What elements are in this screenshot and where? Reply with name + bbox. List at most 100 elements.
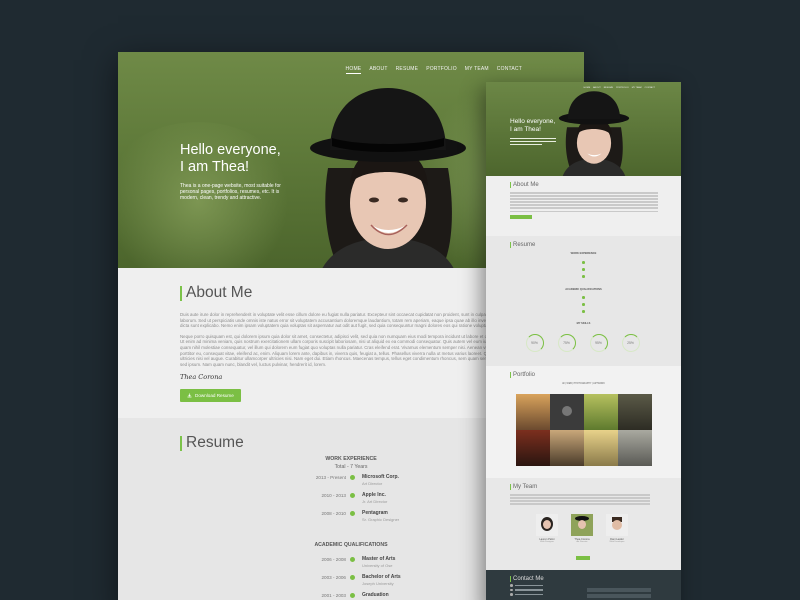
member-role: Art Director — [576, 541, 588, 543]
small-about-title-text: About Me — [513, 182, 539, 188]
hero-title: Hello everyone, I am Thea! — [180, 142, 281, 176]
team-button[interactable] — [576, 556, 590, 560]
email-field[interactable] — [587, 594, 651, 598]
small-skills-heading: MY SKILLS — [576, 322, 591, 325]
avatar-face — [578, 520, 586, 529]
timeline-row: 2010 - 2013 Apple Inc. Jr. Art Director — [306, 492, 406, 506]
team-members: Lauren Palmi Web Designer Thea Corona Ar… — [536, 514, 628, 543]
skill-value: 75% — [563, 341, 570, 345]
nav-resume[interactable]: RESUME — [396, 66, 419, 74]
small-nav-home[interactable]: HOME — [584, 87, 591, 89]
timeline-dot — [350, 575, 355, 580]
portfolio-thumb[interactable] — [516, 430, 550, 466]
timeline-row: 2001 - 2003 Graduation Charles College — [306, 592, 406, 600]
small-timeline-row — [564, 274, 624, 282]
portfolio-grid — [516, 394, 652, 466]
small-resume-section: Resume WORK EXPERIENCE ACADEMIC QUALIFIC… — [486, 236, 681, 366]
download-resume-button[interactable]: Download Resume — [180, 389, 241, 403]
portfolio-thumb[interactable] — [618, 430, 652, 466]
timeline-dot — [350, 493, 355, 498]
skill-value: 25% — [627, 341, 634, 345]
name-field[interactable] — [587, 588, 651, 592]
small-hero-title-line2: I am Thea! — [510, 125, 541, 133]
download-resume-label: Download Resume — [195, 393, 234, 399]
timeline-title: Apple Inc. — [362, 492, 386, 498]
hero-title-line2: I am Thea! — [180, 159, 250, 175]
text-line — [510, 497, 650, 499]
text-line — [510, 503, 650, 505]
skill-value: 95% — [595, 341, 602, 345]
skill-circle: 75% — [557, 333, 576, 352]
portfolio-thumb[interactable] — [584, 394, 618, 430]
small-resume-title: Resume — [510, 242, 681, 248]
nav-home[interactable]: HOME — [345, 66, 362, 74]
small-timeline-row — [564, 309, 624, 317]
about-text-lines — [510, 192, 658, 213]
hero-portrait — [310, 88, 466, 268]
nav-my-team[interactable]: MY TEAM — [465, 66, 489, 74]
portfolio-filters[interactable]: All | WEB | PHOTOGRAPHY | ARTWORK — [486, 383, 681, 385]
title-accent-bar — [510, 576, 511, 582]
small-team-section: My Team Lauren Palmi Web Designer Thea C… — [486, 478, 681, 570]
small-nav-portfolio[interactable]: PORTFOLIO — [616, 87, 629, 89]
title-accent-bar — [180, 435, 182, 451]
member-role: Web Designer — [540, 541, 554, 543]
small-hero-section: HOME ABOUT RESUME PORTFOLIO MY TEAM CONT… — [486, 82, 681, 176]
resume-title-text: Resume — [186, 434, 244, 451]
small-download-button[interactable] — [510, 215, 532, 220]
small-nav-my-team[interactable]: MY TEAM — [632, 87, 642, 89]
full-page-mockup: HOME ABOUT RESUME PORTFOLIO MY TEAM CONT… — [486, 82, 681, 600]
timeline-title: Pentagram — [362, 510, 388, 516]
hero-title-line1: Hello everyone, — [180, 142, 281, 158]
timeline-row: 2003 - 2006 Bachelor of Arts Joseph Univ… — [306, 574, 406, 588]
small-contact-title: Contact Me — [510, 576, 681, 582]
text-line — [510, 143, 543, 145]
skill-circle: 95% — [589, 333, 608, 352]
avatar — [571, 514, 593, 536]
skill-circle: 25% — [621, 333, 640, 352]
timeline-dot — [582, 268, 585, 271]
small-portfolio-title: Portfolio — [510, 372, 681, 378]
small-portfolio-title-text: Portfolio — [513, 372, 536, 378]
skill-circle: 90% — [525, 333, 544, 352]
timeline-title: Master of Arts — [362, 556, 396, 562]
portfolio-thumb[interactable] — [516, 394, 550, 430]
small-nav-about[interactable]: ABOUT — [593, 87, 601, 89]
nav-about[interactable]: ABOUT — [369, 66, 387, 74]
title-accent-bar — [180, 285, 182, 301]
timeline-role: Art Director — [362, 481, 383, 486]
portfolio-thumb[interactable] — [618, 394, 652, 430]
small-nav-resume[interactable]: RESUME — [604, 87, 613, 89]
small-nav-contact[interactable]: CONTACT — [645, 87, 655, 89]
timeline-date: 2010 - 2013 — [321, 493, 346, 498]
text-line — [510, 210, 658, 213]
avatar — [606, 514, 628, 536]
timeline-dot — [582, 310, 585, 313]
team-member[interactable]: Thea Corona Art Director — [571, 514, 593, 543]
small-top-nav: HOME ABOUT RESUME PORTFOLIO MY TEAM CONT… — [584, 87, 655, 89]
text-line — [510, 138, 556, 140]
portfolio-thumb[interactable] — [584, 430, 618, 466]
timeline-dot — [582, 275, 585, 278]
timeline-title: Bachelor of Arts — [362, 574, 401, 580]
small-contact-section: Contact Me — [486, 570, 681, 600]
team-member[interactable]: Dani Lawler Web Developer — [606, 514, 628, 543]
text-line — [510, 207, 658, 209]
text-line — [510, 204, 658, 206]
nav-contact[interactable]: CONTACT — [497, 66, 522, 74]
avatar-face — [543, 520, 551, 529]
nav-portfolio[interactable]: PORTFOLIO — [426, 66, 457, 74]
portfolio-thumb[interactable] — [550, 394, 584, 430]
timeline-role: University of Ose — [362, 563, 393, 568]
member-role: Web Developer — [609, 541, 625, 543]
team-member[interactable]: Lauren Palmi Web Designer — [536, 514, 558, 543]
thumb-detail — [562, 406, 572, 416]
portfolio-thumb[interactable] — [550, 430, 584, 466]
timeline-date: 2008 - 2010 — [321, 511, 346, 516]
work-heading-text: WORK EXPERIENCE — [325, 456, 377, 462]
timeline-row: 2013 - Present Microsoft Corp. Art Direc… — [306, 474, 406, 488]
timeline-role: Joseph University — [362, 581, 394, 586]
title-accent-bar — [510, 484, 511, 490]
contact-text — [514, 584, 543, 586]
top-nav: HOME ABOUT RESUME PORTFOLIO MY TEAM CONT… — [345, 66, 522, 74]
